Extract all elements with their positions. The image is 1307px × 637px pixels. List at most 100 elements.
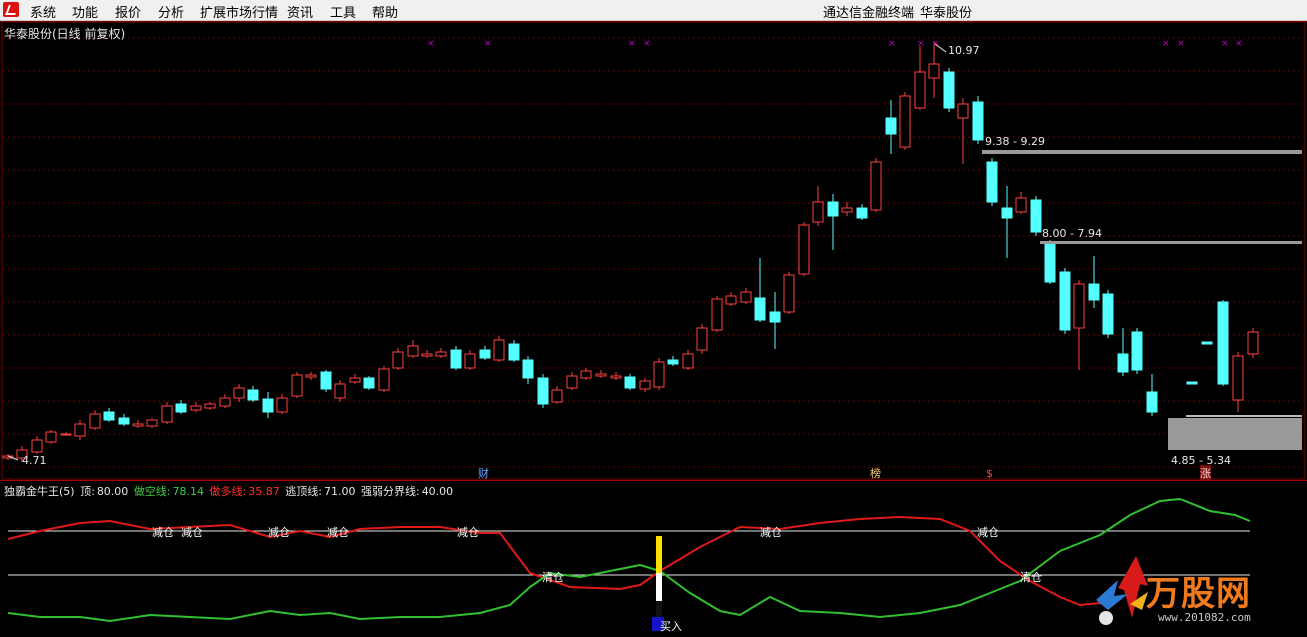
candle-body [132,423,144,427]
candle-body [610,375,622,379]
candle-body [1186,381,1198,385]
candle-body [493,339,505,361]
candle-body [103,411,115,421]
candle-body [1059,271,1071,331]
menu-item-tools[interactable]: 工具 [330,2,356,21]
candle-body [1232,355,1244,401]
candle-body [219,397,231,407]
candle-body [667,359,679,365]
candle-body [421,353,433,357]
candle-body [1117,353,1129,373]
candle-body [986,161,998,203]
candle-body [247,389,259,401]
candle-body [682,353,694,369]
dollar-marker[interactable]: $ [986,467,993,480]
candle-body [537,377,549,405]
candle-body [74,423,86,437]
candle-body [175,403,187,413]
reduce-label: 减仓 [760,526,782,539]
candle-body [508,343,520,361]
finance-marker[interactable]: 财 [478,465,489,481]
candle-body [392,351,404,369]
signal-marker: × [427,39,435,49]
candle-body [450,349,462,369]
param-escape-label: 逃顶线: [285,485,322,498]
candle-body [464,353,476,369]
candle-body [1073,283,1085,329]
param-divide-label: 强弱分界线: [360,485,420,498]
reduce-label: 减仓 [181,526,203,539]
menu-item-analysis[interactable]: 分析 [158,2,184,21]
menu-item-function[interactable]: 功能 [72,2,98,21]
menu-item-news[interactable]: 资讯 [287,2,313,21]
candle-body [711,298,723,331]
candle-body [551,389,563,403]
candle-body [522,359,534,379]
buy-signal-base [656,601,662,617]
candle-body [639,380,651,390]
resistance-zone-1 [982,150,1302,154]
limit-up-marker[interactable]: 涨 [1200,465,1211,481]
candle-body [349,377,361,383]
signal-marker: × [1235,39,1243,49]
candle-body [378,368,390,391]
candle-body [276,397,288,413]
buy-label: 买入 [660,620,682,633]
menu-item-help[interactable]: 帮助 [372,2,398,21]
candle-body [1217,301,1229,385]
candle-body [957,103,969,119]
candle-body [624,376,636,389]
candle-body [1088,283,1100,301]
candle-body [885,117,897,135]
candle-body [1030,199,1042,233]
candle-body [841,207,853,213]
candle-body [972,101,984,141]
indicator-name: 独霸金牛王(5) [4,485,75,498]
candle-body [1102,293,1114,335]
menu-item-system[interactable]: 系统 [30,2,56,21]
indicator-header: 独霸金牛王(5) 顶: 80.00 做空线: 78.14 做多线: 35.87 逃顶线… [4,483,455,499]
param-short-value: 78.14 [172,485,205,498]
low-price-label: 4.71 [22,454,47,467]
candle-body [943,71,955,109]
reduce-label: 减仓 [457,526,479,539]
clear-label: 清仓 [1020,571,1042,584]
list-marker[interactable]: 榜 [870,465,881,481]
reduce-label: 减仓 [327,526,349,539]
candle-body [812,201,824,223]
candle-body [1146,391,1158,413]
watermark-text: 万股网 [1146,574,1251,614]
reduce-label: 减仓 [977,526,999,539]
reduce-label: 减仓 [152,526,174,539]
candle-body [783,274,795,313]
candle-body [725,295,737,305]
param-top-value: 80.00 [96,485,129,498]
menu-item-extended-market[interactable]: 扩展市场行情 [200,2,278,21]
signal-marker: × [643,39,651,49]
candle-body [31,439,43,453]
param-long-value: 35.87 [248,485,280,498]
candle-body [754,297,766,321]
candlestick-panel[interactable]: ××××××××××× 华泰股份(日线 前复权) 10.97 4.71 9.38… [0,21,1307,481]
menu-item-quote[interactable]: 报价 [115,2,141,21]
candlestick-chart[interactable]: ××××××××××× [0,22,1307,480]
signal-marker: × [1162,39,1170,49]
short-line [7,497,1251,623]
param-divide-value: 40.00 [421,485,454,498]
candle-body [696,327,708,351]
candle-body [146,419,158,427]
param-long-label: 做多线: [209,485,247,498]
candle-body [856,207,868,219]
candle-body [204,403,216,409]
candle-body [190,405,202,411]
clear-label: 清仓 [542,571,564,584]
signal-marker: × [1177,39,1185,49]
candle-body [89,413,101,429]
candle-body [334,383,346,399]
candle-body [45,431,57,443]
candle-body [435,351,447,357]
app-logo-icon [3,2,19,17]
candle-body [1001,207,1013,219]
window-stock-name: 华泰股份 [920,6,973,21]
param-escape-value: 71.00 [323,485,356,498]
